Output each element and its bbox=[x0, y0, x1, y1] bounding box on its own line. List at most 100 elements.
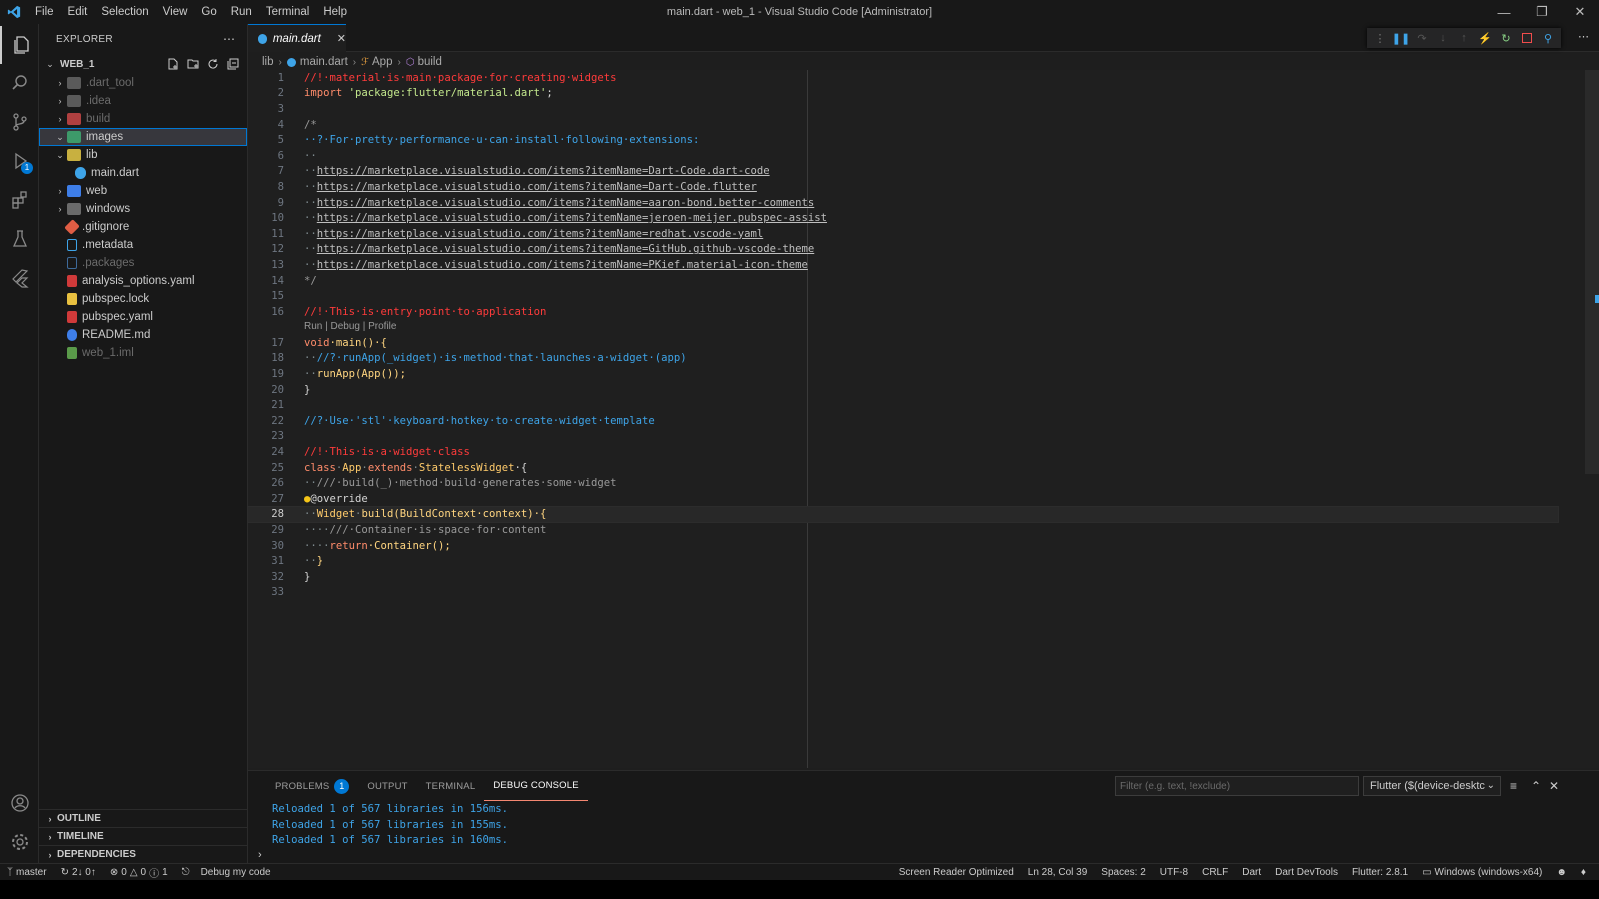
clear-console-icon[interactable]: ≡ bbox=[1510, 779, 1517, 793]
tree-item-pubspec-yaml[interactable]: pubspec.yaml bbox=[39, 308, 247, 326]
refresh-icon[interactable] bbox=[205, 56, 221, 72]
encoding-status[interactable]: UTF-8 bbox=[1153, 867, 1195, 878]
step-out-icon[interactable]: ↑ bbox=[1455, 29, 1473, 47]
scrollbar-thumb[interactable] bbox=[1585, 70, 1599, 474]
tree-item-build[interactable]: › build bbox=[39, 110, 247, 128]
step-over-icon[interactable]: ↷ bbox=[1413, 29, 1431, 47]
editor-scrollbar[interactable] bbox=[1585, 70, 1599, 768]
problems-status[interactable]: ⊗ 0 △ 0 ⓘ 1 bbox=[103, 865, 175, 880]
pause-icon[interactable]: ❚❚ bbox=[1392, 29, 1410, 47]
breadcrumb-method[interactable]: build bbox=[418, 56, 442, 68]
debug-session-select[interactable]: Flutter ($(device-desktc ⌄ bbox=[1363, 776, 1501, 796]
collapse-all-icon[interactable] bbox=[225, 56, 241, 72]
tree-item-lib[interactable]: ⌄ lib bbox=[39, 146, 247, 164]
tab-output[interactable]: OUTPUT bbox=[358, 771, 416, 801]
cursor-position[interactable]: Ln 28, Col 39 bbox=[1021, 867, 1095, 878]
menu-help[interactable]: Help bbox=[316, 0, 354, 24]
restore-icon[interactable]: ❐ bbox=[1523, 0, 1561, 24]
branch-status[interactable]: ᛉ master bbox=[0, 867, 54, 878]
drag-handle-icon[interactable]: ⋮ bbox=[1371, 29, 1389, 47]
tab-main-dart[interactable]: main.dart ✕ bbox=[248, 24, 346, 52]
accounts-icon[interactable] bbox=[0, 784, 39, 822]
tree-item-web-1-iml[interactable]: web_1.iml bbox=[39, 344, 247, 362]
breadcrumb-file[interactable]: main.dart bbox=[300, 56, 348, 68]
notifications-icon[interactable]: ♦ bbox=[1574, 867, 1593, 878]
code-link[interactable]: https://marketplace.visualstudio.com/ite… bbox=[317, 212, 827, 224]
restart-icon[interactable]: ↻ bbox=[1497, 29, 1515, 47]
breadcrumb-lib[interactable]: lib bbox=[262, 56, 274, 68]
line-number: 3 bbox=[277, 102, 284, 115]
screen-reader-status[interactable]: Screen Reader Optimized bbox=[892, 867, 1021, 878]
close-icon[interactable]: ✕ bbox=[337, 32, 346, 45]
tree-item-pubspec-lock[interactable]: pubspec.lock bbox=[39, 290, 247, 308]
eol-status[interactable]: CRLF bbox=[1195, 867, 1235, 878]
menu-file[interactable]: File bbox=[28, 0, 61, 24]
run-debug-icon[interactable]: 1 bbox=[0, 142, 39, 180]
tree-item-web[interactable]: › web bbox=[39, 182, 247, 200]
tree-item-images[interactable]: ⌄ images bbox=[39, 128, 247, 146]
code-link[interactable]: https://marketplace.visualstudio.com/ite… bbox=[317, 181, 757, 193]
tree-item-idea[interactable]: › .idea bbox=[39, 92, 247, 110]
close-panel-icon[interactable]: ✕ bbox=[1549, 779, 1559, 793]
tree-item-packages[interactable]: .packages bbox=[39, 254, 247, 272]
flutter-version[interactable]: Flutter: 2.8.1 bbox=[1345, 867, 1415, 878]
testing-icon[interactable] bbox=[0, 220, 39, 258]
code-link[interactable]: https://marketplace.visualstudio.com/ite… bbox=[317, 259, 808, 271]
source-control-icon[interactable] bbox=[0, 103, 39, 141]
code-link[interactable]: https://marketplace.visualstudio.com/ite… bbox=[317, 243, 814, 255]
code-link[interactable]: https://marketplace.visualstudio.com/ite… bbox=[317, 165, 770, 177]
timeline-section[interactable]: › TIMELINE bbox=[39, 827, 248, 845]
tree-item-metadata[interactable]: .metadata bbox=[39, 236, 247, 254]
tree-item-readme[interactable]: README.md bbox=[39, 326, 247, 344]
language-mode[interactable]: Dart bbox=[1235, 867, 1268, 878]
tree-item-gitignore[interactable]: .gitignore bbox=[39, 218, 247, 236]
stop-icon[interactable] bbox=[1518, 29, 1536, 47]
tree-item-windows[interactable]: › windows bbox=[39, 200, 247, 218]
hot-reload-icon[interactable]: ⚡ bbox=[1476, 29, 1494, 47]
more-actions-icon[interactable]: ⋯ bbox=[1578, 30, 1589, 43]
console-prompt-icon[interactable]: › bbox=[258, 849, 262, 861]
activity-bar: 1 bbox=[0, 24, 39, 880]
debug-status[interactable]: ⎋ Debug my code bbox=[175, 867, 278, 878]
menu-run[interactable]: Run bbox=[224, 0, 259, 24]
menu-go[interactable]: Go bbox=[194, 0, 223, 24]
workspace-header[interactable]: ⌄ WEB_1 bbox=[39, 54, 247, 74]
console-filter-input[interactable] bbox=[1115, 776, 1359, 796]
sync-status[interactable]: ↻ 2↓ 0↑ bbox=[54, 867, 103, 878]
code-editor[interactable]: 1 //!·material·is·main·package·for·creati… bbox=[247, 70, 1599, 768]
dependencies-section[interactable]: › DEPENDENCIES bbox=[39, 845, 248, 863]
menu-edit[interactable]: Edit bbox=[61, 0, 95, 24]
step-into-icon[interactable]: ↓ bbox=[1434, 29, 1452, 47]
search-icon[interactable] bbox=[0, 64, 39, 102]
new-folder-icon[interactable] bbox=[185, 56, 201, 72]
breadcrumb-class[interactable]: App bbox=[372, 56, 392, 68]
tree-item-main-dart[interactable]: main.dart bbox=[39, 164, 247, 182]
menu-view[interactable]: View bbox=[156, 0, 195, 24]
menu-terminal[interactable]: Terminal bbox=[259, 0, 316, 24]
maximize-panel-icon[interactable]: ⌃ bbox=[1531, 779, 1541, 793]
scrollbar-marker bbox=[1595, 295, 1599, 303]
minimize-icon[interactable]: — bbox=[1485, 0, 1523, 24]
devtools-icon[interactable]: ⚲ bbox=[1539, 29, 1557, 47]
tree-item-dart-tool[interactable]: › .dart_tool bbox=[39, 74, 247, 92]
codelens-run-debug-profile[interactable]: Run | Debug | Profile bbox=[304, 321, 396, 332]
extensions-icon[interactable] bbox=[0, 181, 39, 219]
flutter-icon[interactable] bbox=[0, 259, 39, 297]
indentation-status[interactable]: Spaces: 2 bbox=[1094, 867, 1152, 878]
code-link[interactable]: https://marketplace.visualstudio.com/ite… bbox=[317, 197, 814, 209]
explorer-icon[interactable] bbox=[0, 26, 39, 64]
tab-debug-console[interactable]: DEBUG CONSOLE bbox=[484, 771, 588, 801]
more-actions-icon[interactable]: ⋯ bbox=[223, 32, 235, 46]
code-link[interactable]: https://marketplace.visualstudio.com/ite… bbox=[317, 228, 763, 240]
menu-selection[interactable]: Selection bbox=[94, 0, 155, 24]
tab-problems[interactable]: PROBLEMS 1 bbox=[266, 771, 358, 801]
tab-terminal[interactable]: TERMINAL bbox=[417, 771, 485, 801]
tree-item-analysis-options[interactable]: analysis_options.yaml bbox=[39, 272, 247, 290]
dart-devtools-status[interactable]: Dart DevTools bbox=[1268, 867, 1345, 878]
new-file-icon[interactable] bbox=[165, 56, 181, 72]
close-window-icon[interactable]: ✕ bbox=[1561, 0, 1599, 24]
outline-section[interactable]: › OUTLINE bbox=[39, 809, 248, 827]
device-status[interactable]: ▭ Windows (windows-x64) bbox=[1415, 867, 1549, 878]
settings-gear-icon[interactable] bbox=[0, 823, 39, 861]
feedback-icon[interactable]: ☻ bbox=[1549, 867, 1574, 878]
